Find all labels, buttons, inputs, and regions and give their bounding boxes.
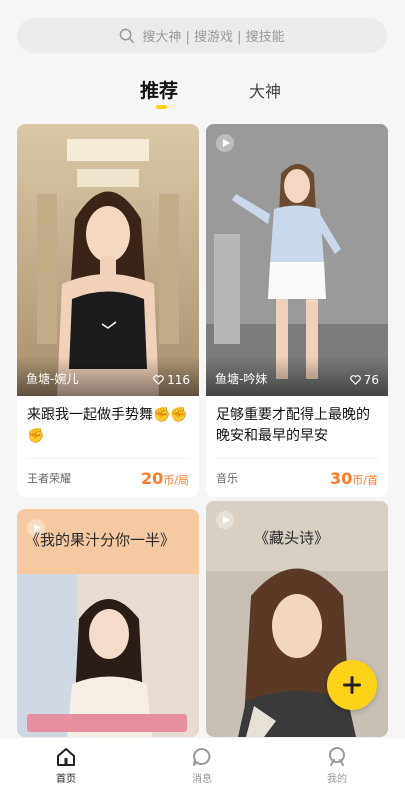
like-count[interactable]: 76 <box>349 373 379 387</box>
video-overlay-text: 《藏头诗》 <box>254 529 330 547</box>
price-unit: 币/局 <box>163 473 189 487</box>
tab-recommend[interactable]: 推荐 <box>140 76 178 103</box>
card-price: 20币/局 <box>141 469 189 488</box>
price-value: 20 <box>141 468 164 488</box>
play-icon <box>216 511 234 529</box>
card-title: 足够重要才配得上最晚的晚安和最早的早安 <box>216 407 370 444</box>
tab-home-label: 首页 <box>56 774 76 785</box>
search-placeholder: 搜大神 | 搜游戏 | 搜技能 <box>142 30 285 45</box>
search-icon <box>120 28 135 43</box>
heart-icon <box>153 375 164 385</box>
tab-home[interactable]: 首页 <box>36 746 96 785</box>
tab-messages[interactable]: 消息 <box>172 746 232 785</box>
like-count-value: 116 <box>167 373 190 387</box>
video-thumbnail[interactable]: 《我的果汁分你一半》 <box>17 509 199 737</box>
card-meta: 王者荣耀 20币/局 <box>17 459 199 497</box>
like-count-value: 76 <box>363 373 379 387</box>
top-tabs: 推荐 大神 <box>0 72 405 112</box>
price-unit: 币/首 <box>352 473 378 487</box>
price-value: 30 <box>330 468 353 488</box>
tab-profile-label: 我的 <box>327 774 347 785</box>
feed-card[interactable]: 《我的果汁分你一半》 <box>17 509 199 737</box>
tab-masters[interactable]: 大神 <box>249 78 281 102</box>
home-icon <box>57 748 75 766</box>
video-thumbnail[interactable]: 鱼塘-吟妹 76 <box>206 124 388 396</box>
search-bar[interactable]: 搜大神 | 搜游戏 | 搜技能 <box>17 18 387 53</box>
feed-card[interactable]: 鱼塘-吟妹 76 足够重要才配得上最晚的晚安和最早的早安 音乐 30币/首 <box>206 124 388 497</box>
play-icon <box>216 134 234 152</box>
tab-profile[interactable]: 我的 <box>307 746 367 785</box>
feed-card[interactable]: 鱼塘-婉儿 116 来跟我一起做手势舞✊✊✊ 王者荣耀 20币/局 <box>17 124 199 497</box>
plus-icon <box>343 676 361 694</box>
video-thumbnail[interactable]: 鱼塘-婉儿 116 <box>17 124 199 396</box>
tab-messages-label: 消息 <box>192 774 212 785</box>
message-icon <box>193 748 211 766</box>
bottom-tab-bar: 首页 消息 我的 <box>0 737 405 789</box>
card-title: 来跟我一起做手势舞✊✊✊ <box>27 407 188 444</box>
card-meta: 音乐 30币/首 <box>206 459 388 497</box>
card-price: 30币/首 <box>330 469 378 488</box>
video-overlay-text: 《我的果汁分你一半》 <box>25 531 176 549</box>
like-count[interactable]: 116 <box>153 373 190 387</box>
card-category: 音乐 <box>216 472 238 485</box>
author-nickname: 鱼塘-吟妹 <box>215 372 268 386</box>
create-button[interactable] <box>327 660 377 710</box>
active-tab-indicator <box>156 105 167 109</box>
profile-icon <box>329 747 345 766</box>
author-nickname: 鱼塘-婉儿 <box>26 372 79 386</box>
heart-icon <box>349 375 361 385</box>
card-category: 王者荣耀 <box>27 472 71 485</box>
